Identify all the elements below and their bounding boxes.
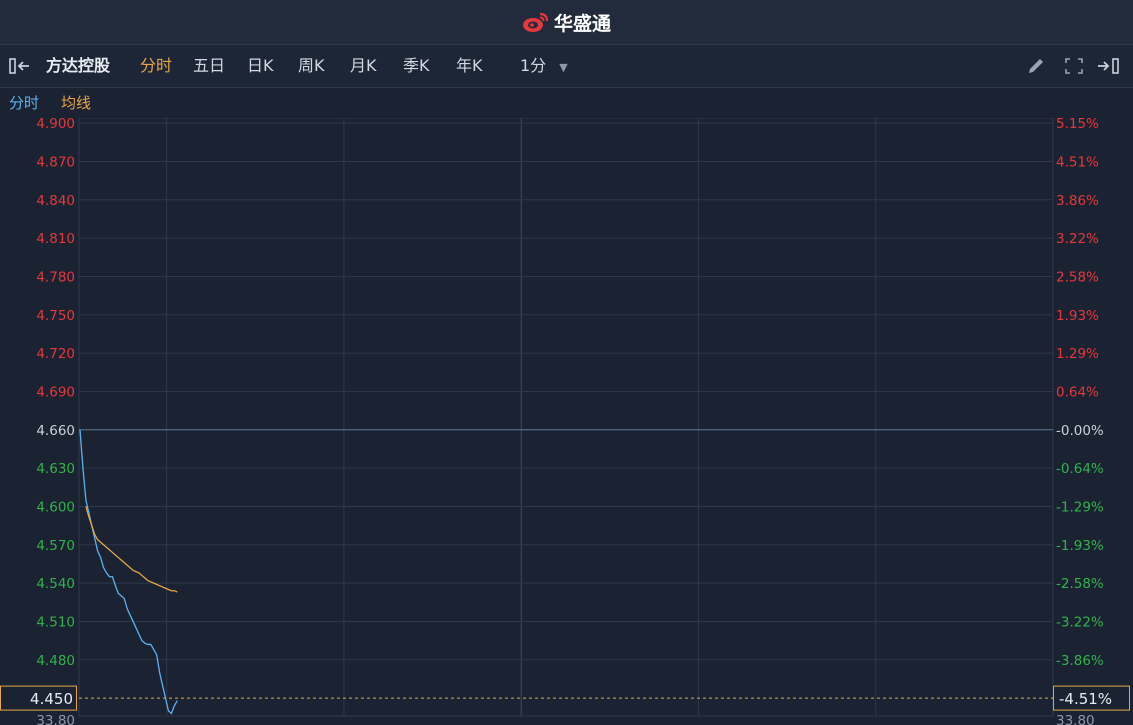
price-tick-label: 4.600 [36,499,75,515]
current-price-marker: 4.450 -4.51% [0,685,1130,711]
percent-tick-label: 3.22% [1056,231,1099,247]
percent-tick-label: 1.93% [1056,308,1099,324]
legend-intraday: 分时 [9,94,40,112]
price-tick-label: 4.540 [36,576,75,592]
interval-value: 1分 [520,56,547,75]
chart-lines [79,429,178,715]
price-tick-label: 4.870 [36,154,75,170]
price-tick-label: 4.810 [36,231,75,247]
tab-five-day[interactable]: 五日 [193,45,225,87]
price-line [79,429,178,715]
tab-yearly-k[interactable]: 年K [456,45,483,87]
interval-select[interactable]: 1分 ▼ [520,45,568,87]
app-title: 华盛通 [553,12,611,35]
price-axis: 4.900 4.870 4.840 4.810 4.780 4.750 4.720 4.690… [36,118,75,725]
volume-axis-label-left: 33.80 [36,713,75,725]
percent-tick-label: -0.64% [1056,461,1104,477]
price-tick-label: 4.510 [36,614,75,630]
percent-tick-label: -1.29% [1056,499,1104,515]
chevron-down-icon: ▼ [559,61,568,74]
legend-average: 均线 [61,94,92,112]
percent-axis: 5.15% 4.51% 3.86% 3.22% 2.58% 1.93% 1.29% 0.64%… [1056,118,1104,725]
price-tick-label: 4.480 [36,653,75,669]
current-pct-label: -4.51% [1059,690,1112,708]
stock-name[interactable]: 方达控股 [46,45,110,87]
price-tick-label: 4.780 [36,269,75,285]
percent-tick-label: -1.93% [1056,538,1104,554]
chart-grid [78,118,1054,717]
tab-daily-k[interactable]: 日K [247,45,274,87]
price-tick-label: 4.570 [36,538,75,554]
tab-monthly-k[interactable]: 月K [350,45,377,87]
current-price-label: 4.450 [30,690,73,708]
percent-tick-label: 2.58% [1056,269,1099,285]
price-tick-label: 4.750 [36,308,75,324]
pencil-icon[interactable] [1026,57,1046,75]
plot-frame [78,118,1054,717]
percent-tick-label: -0.00% [1056,423,1104,439]
legend-bar: 分时 均线 [0,88,1133,118]
percent-tick-label: -3.86% [1056,653,1104,669]
tab-quarterly-k[interactable]: 季K [403,45,430,87]
price-tick-label: 4.840 [36,193,75,209]
price-tick-label: 4.660 [36,423,75,439]
price-tick-label: 4.690 [36,384,75,400]
tab-intraday[interactable]: 分时 [140,45,172,87]
price-tick-label: 4.900 [36,118,75,132]
chart-toolbar: 方达控股 分时 五日 日K 周K 月K 季K 年K 1分 ▼ [0,45,1133,88]
percent-tick-label: -2.58% [1056,576,1104,592]
fullscreen-icon[interactable] [1064,57,1084,75]
percent-tick-label: 0.64% [1056,384,1099,400]
average-line [85,506,178,593]
collapse-left-icon[interactable] [9,58,33,74]
collapse-right-icon[interactable] [1096,58,1122,74]
title-bar: 华盛通 [0,0,1133,45]
percent-tick-label: -3.22% [1056,614,1104,630]
intraday-chart: 4.900 4.870 4.840 4.810 4.780 4.750 4.720 4.690… [0,118,1130,725]
percent-tick-label: 3.86% [1056,193,1099,209]
percent-tick-label: 4.51% [1056,154,1099,170]
price-tick-label: 4.720 [36,346,75,362]
percent-tick-label: 5.15% [1056,118,1099,132]
volume-axis-label-right: 33.80 [1056,713,1095,725]
weibo-logo-icon [522,12,549,32]
percent-tick-label: 1.29% [1056,346,1099,362]
app-brand: 华盛通 [522,9,611,36]
price-tick-label: 4.630 [36,461,75,477]
tab-weekly-k[interactable]: 周K [298,45,325,87]
